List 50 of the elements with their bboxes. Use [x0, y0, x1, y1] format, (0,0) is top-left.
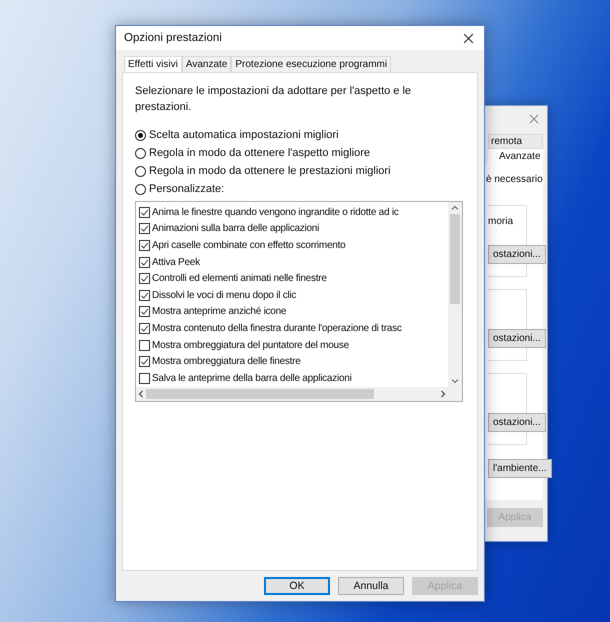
radio-label[interactable]: Regola in modo da ottenere l'aspetto migliore	[149, 147, 370, 159]
checkbox-label[interactable]: Controlli ed elementi animati nelle finestre	[152, 273, 327, 284]
description-text: è necessario	[486, 174, 543, 185]
checkbox-label[interactable]: Mostra contenuto della finestra durante l'operazione di trasc	[152, 322, 402, 334]
scrollbar-thumb[interactable]	[450, 214, 460, 304]
checkbox-label[interactable]: Animazioni sulla barra delle applicazioni	[152, 223, 320, 234]
environment-button[interactable]: l'ambiente...	[488, 459, 552, 478]
tab[interactable]: remota	[488, 134, 543, 149]
checkbox[interactable]	[139, 240, 150, 251]
checkbox-label[interactable]: Anima le finestre quando vengono ingrandite o ridotte ad ic	[152, 206, 399, 218]
checkbox[interactable]	[139, 340, 150, 351]
tab[interactable]: Avanzate	[182, 56, 232, 72]
checkbox[interactable]	[139, 206, 150, 218]
radio-label[interactable]: Regola in modo da ottenere le prestazioni migliori	[149, 165, 391, 177]
scrollbar-thumb[interactable]	[146, 388, 374, 399]
radio-button[interactable]	[135, 148, 146, 158]
checkbox[interactable]	[139, 372, 150, 384]
checkbox-label[interactable]: Attiva Peek	[152, 256, 200, 268]
checkbox-label[interactable]: Mostra anteprime anziché icone	[152, 306, 286, 318]
settings-button[interactable]: ostazioni...	[488, 245, 546, 264]
radio-label[interactable]: Personalizzate:	[149, 183, 224, 195]
settings-button[interactable]: ostazioni...	[488, 329, 546, 348]
window-title: Opzioni prestazioni	[124, 32, 222, 44]
tab[interactable]: Protezione esecuzione programmi	[231, 56, 392, 72]
tab[interactable]: Avanzate	[488, 149, 543, 164]
checkbox-label[interactable]: Dissolvi le voci di menu dopo il clic	[152, 290, 296, 301]
checkbox[interactable]	[139, 306, 150, 318]
dialog-button[interactable]: OK	[264, 577, 330, 595]
radio-button[interactable]	[135, 184, 146, 194]
checkbox[interactable]	[139, 290, 150, 301]
checkbox[interactable]	[139, 256, 150, 268]
checkbox[interactable]	[139, 223, 150, 234]
radio-button[interactable]	[135, 130, 146, 140]
description-text: Selezionare le impostazioni da adottare per l'aspetto e le prestazioni.	[135, 84, 412, 115]
checkbox-label[interactable]: Mostra ombreggiatura del puntatore del mouse	[152, 340, 349, 351]
horizontal-scrollbar[interactable]	[136, 386, 462, 401]
close-icon[interactable]	[463, 32, 474, 44]
radio-label[interactable]: Scelta automatica impostazioni migliori	[149, 129, 339, 141]
dialog-button[interactable]: Annulla	[338, 577, 404, 595]
vertical-scrollbar[interactable]	[448, 202, 462, 387]
checkbox-label[interactable]: Salva le anteprime della barra delle applicazioni	[152, 372, 352, 384]
checkbox-label[interactable]: Apri caselle combinate con effetto scorrimento	[152, 240, 346, 251]
group-text: moria	[488, 216, 514, 229]
settings-button[interactable]: ostazioni...	[488, 413, 546, 432]
checkbox[interactable]	[139, 356, 150, 368]
checkbox[interactable]	[139, 322, 150, 334]
tab[interactable]: Effetti visivi	[124, 56, 182, 72]
radio-button[interactable]	[135, 166, 146, 176]
checkbox-label[interactable]: Mostra ombreggiatura delle finestre	[152, 356, 301, 368]
checkbox[interactable]	[139, 273, 150, 284]
